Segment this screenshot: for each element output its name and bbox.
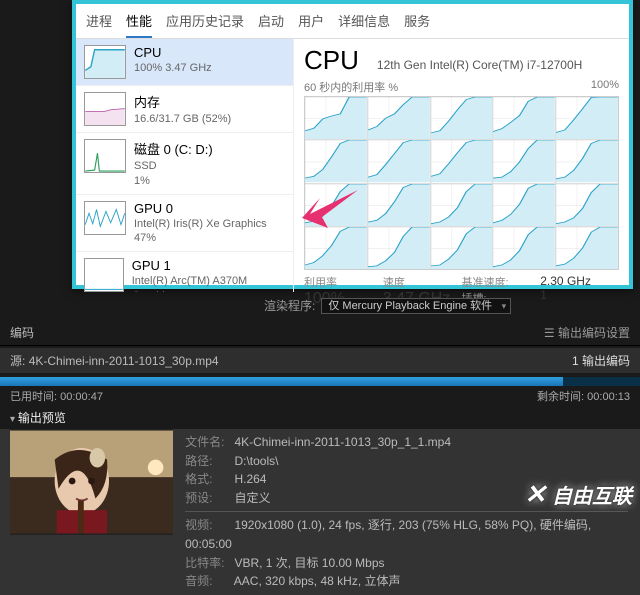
base-label: 基准速度: [462, 274, 541, 290]
file-audio: AAC, 320 kbps, 48 kHz, 立体声 [234, 574, 401, 588]
progress-fill [0, 377, 563, 386]
list-gpu0-title: GPU 0 [134, 201, 267, 216]
tab-details[interactable]: 详细信息 [338, 7, 390, 38]
preview-thumbnail [10, 429, 173, 535]
file-audio-label: 音频: [185, 572, 231, 591]
cpu-core-cell [556, 97, 618, 139]
list-mem-sub: 16.6/31.7 GB (52%) [134, 112, 231, 126]
cpu-core-cell [368, 227, 430, 269]
source-name: 4K-Chimei-inn-2011-1013_30p.mp4 [29, 354, 219, 368]
list-item-cpu[interactable]: CPU 100% 3.47 GHz [76, 39, 293, 86]
list-cpu-sub: 100% 3.47 GHz [134, 61, 212, 75]
remain-value: 00:00:13 [587, 391, 630, 403]
renderer-label: 渲染程序: [264, 297, 315, 314]
elapsed-value: 00:00:47 [60, 391, 103, 403]
cpu-core-cell [493, 184, 555, 226]
memory-spark-icon [84, 92, 126, 126]
speed-label: 速度 [383, 274, 462, 290]
file-video-label: 视频: [185, 516, 231, 535]
cpu-core-cell [493, 97, 555, 139]
cpu-core-cell [493, 140, 555, 182]
list-disk-sub1: SSD [134, 159, 213, 173]
file-path: D:\tools\ [234, 454, 278, 468]
cpu-core-cell [305, 140, 367, 182]
base-value: 2.30 GHz [540, 274, 619, 288]
cpu-core-cell [431, 140, 493, 182]
list-cpu-title: CPU [134, 45, 212, 60]
encode-label: 编码 [10, 326, 34, 340]
file-preset-label: 预设: [185, 489, 231, 508]
cpu-core-cell [305, 97, 367, 139]
list-gpu1-sub1: Intel(R) Arc(TM) A370M Graphics [132, 274, 285, 292]
file-bitrate-label: 比特率: [185, 554, 231, 573]
list-gpu1-title: GPU 1 [132, 258, 285, 273]
cpu-spark-icon [84, 45, 126, 79]
file-video: 1920x1080 (1.0), 24 fps, 逐行, 203 (75% HL… [185, 518, 591, 551]
file-preset: 自定义 [234, 491, 270, 505]
file-name-label: 文件名: [185, 433, 231, 452]
cpu-core-grid [304, 96, 619, 270]
list-disk-sub2: 1% [134, 174, 213, 188]
task-manager-window: 进程 性能 应用历史记录 启动 用户 详细信息 服务 CPU 100% 3.47… [72, 0, 633, 289]
gpu0-spark-icon [84, 201, 126, 235]
watermark-x-icon: ✕ [524, 479, 546, 510]
tab-performance[interactable]: 性能 [126, 7, 152, 38]
util-label: 利用率 [304, 274, 383, 290]
cpu-core-cell [556, 227, 618, 269]
tab-processes[interactable]: 进程 [86, 7, 112, 38]
tab-users[interactable]: 用户 [298, 7, 324, 38]
encode-settings-button[interactable]: ☰ 输出编码设置 [544, 324, 630, 341]
output-preview-header[interactable]: 输出预览 [0, 406, 640, 429]
cpu-core-cell [305, 184, 367, 226]
file-path-label: 路径: [185, 452, 231, 471]
cpu-core-cell [493, 227, 555, 269]
list-item-disk0[interactable]: 磁盘 0 (C: D:) SSD 1% [76, 133, 293, 195]
cpu-core-cell [556, 184, 618, 226]
gpu1-spark-icon [84, 258, 124, 292]
encode-progress-bar[interactable] [0, 377, 640, 386]
list-gpu0-sub2: 47% [134, 231, 267, 245]
taskmgr-tabs: 进程 性能 应用历史记录 启动 用户 详细信息 服务 [76, 4, 629, 39]
file-fmt-label: 格式: [185, 470, 231, 489]
file-bitrate: VBR, 1 次, 目标 10.00 Mbps [234, 556, 384, 570]
list-item-gpu0[interactable]: GPU 0 Intel(R) Iris(R) Xe Graphics 47% [76, 195, 293, 253]
list-mem-title: 内存 [134, 92, 231, 111]
cpu-core-cell [368, 140, 430, 182]
list-item-gpu1[interactable]: GPU 1 Intel(R) Arc(TM) A370M Graphics 0% [76, 252, 293, 292]
renderer-select[interactable]: 仅 Mercury Playback Engine 软件 [321, 298, 511, 314]
tab-startup[interactable]: 启动 [258, 7, 284, 38]
tab-services[interactable]: 服务 [404, 7, 430, 38]
detail-caption-right: 100% [591, 79, 619, 95]
watermark: ✕自由互联 [524, 479, 632, 510]
tab-app-history[interactable]: 应用历史记录 [166, 7, 244, 38]
source-output-count: 1 输出编码 [572, 352, 630, 369]
cpu-core-cell [368, 97, 430, 139]
remain-label: 剩余时间: [537, 391, 584, 403]
cpu-core-cell [431, 227, 493, 269]
elapsed-label: 已用时间: [10, 391, 57, 403]
disk-spark-icon [84, 139, 126, 173]
cpu-core-cell [556, 140, 618, 182]
list-gpu0-sub1: Intel(R) Iris(R) Xe Graphics [134, 217, 267, 231]
cpu-core-cell [305, 227, 367, 269]
list-item-memory[interactable]: 内存 16.6/31.7 GB (52%) [76, 86, 293, 133]
file-fmt: H.264 [234, 472, 266, 486]
list-disk-title: 磁盘 0 (C: D:) [134, 139, 213, 158]
detail-cpu-label: CPU [304, 45, 359, 76]
file-name: 4K-Chimei-inn-2011-1013_30p_1_1.mp4 [234, 435, 451, 449]
detail-caption-left: 60 秒内的利用率 % [304, 79, 398, 95]
file-info-panel: 文件名: 4K-Chimei-inn-2011-1013_30p_1_1.mp4… [173, 429, 640, 595]
source-label: 源: [10, 354, 25, 368]
performance-list: CPU 100% 3.47 GHz 内存 16.6/31.7 GB (52%) … [76, 39, 294, 292]
detail-cpu-name: 12th Gen Intel(R) Core(TM) i7-12700H [377, 58, 582, 72]
cpu-core-cell [368, 184, 430, 226]
cpu-core-cell [431, 97, 493, 139]
cpu-core-cell [431, 184, 493, 226]
